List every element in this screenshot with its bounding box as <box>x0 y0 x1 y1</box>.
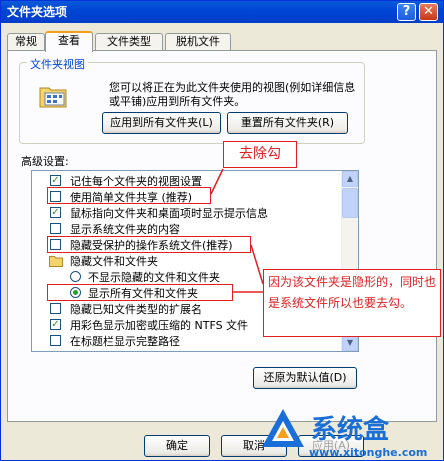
annotation-arrows <box>210 168 264 293</box>
tab-view[interactable]: 查看 <box>45 31 93 52</box>
folder-options-dialog: 文件夹选项 ? ✕ 常规 查看 文件类型 脱机文件 文件夹视图 您可以将正在为此… <box>0 0 444 461</box>
watermark-url: www.xitonghe.com <box>309 446 428 459</box>
watermark: 系统盒 www.xitonghe.com <box>259 405 443 460</box>
annotation-callout-explanation: 因为该文件夹是隐形的，同时也是系统文件所以也要去勾。 <box>263 269 441 337</box>
watermark-brand: 系统盒 <box>311 415 390 445</box>
annotation-callout-remove-check: 去除勾 <box>223 141 297 168</box>
xitonghe-logo-icon <box>262 409 304 447</box>
